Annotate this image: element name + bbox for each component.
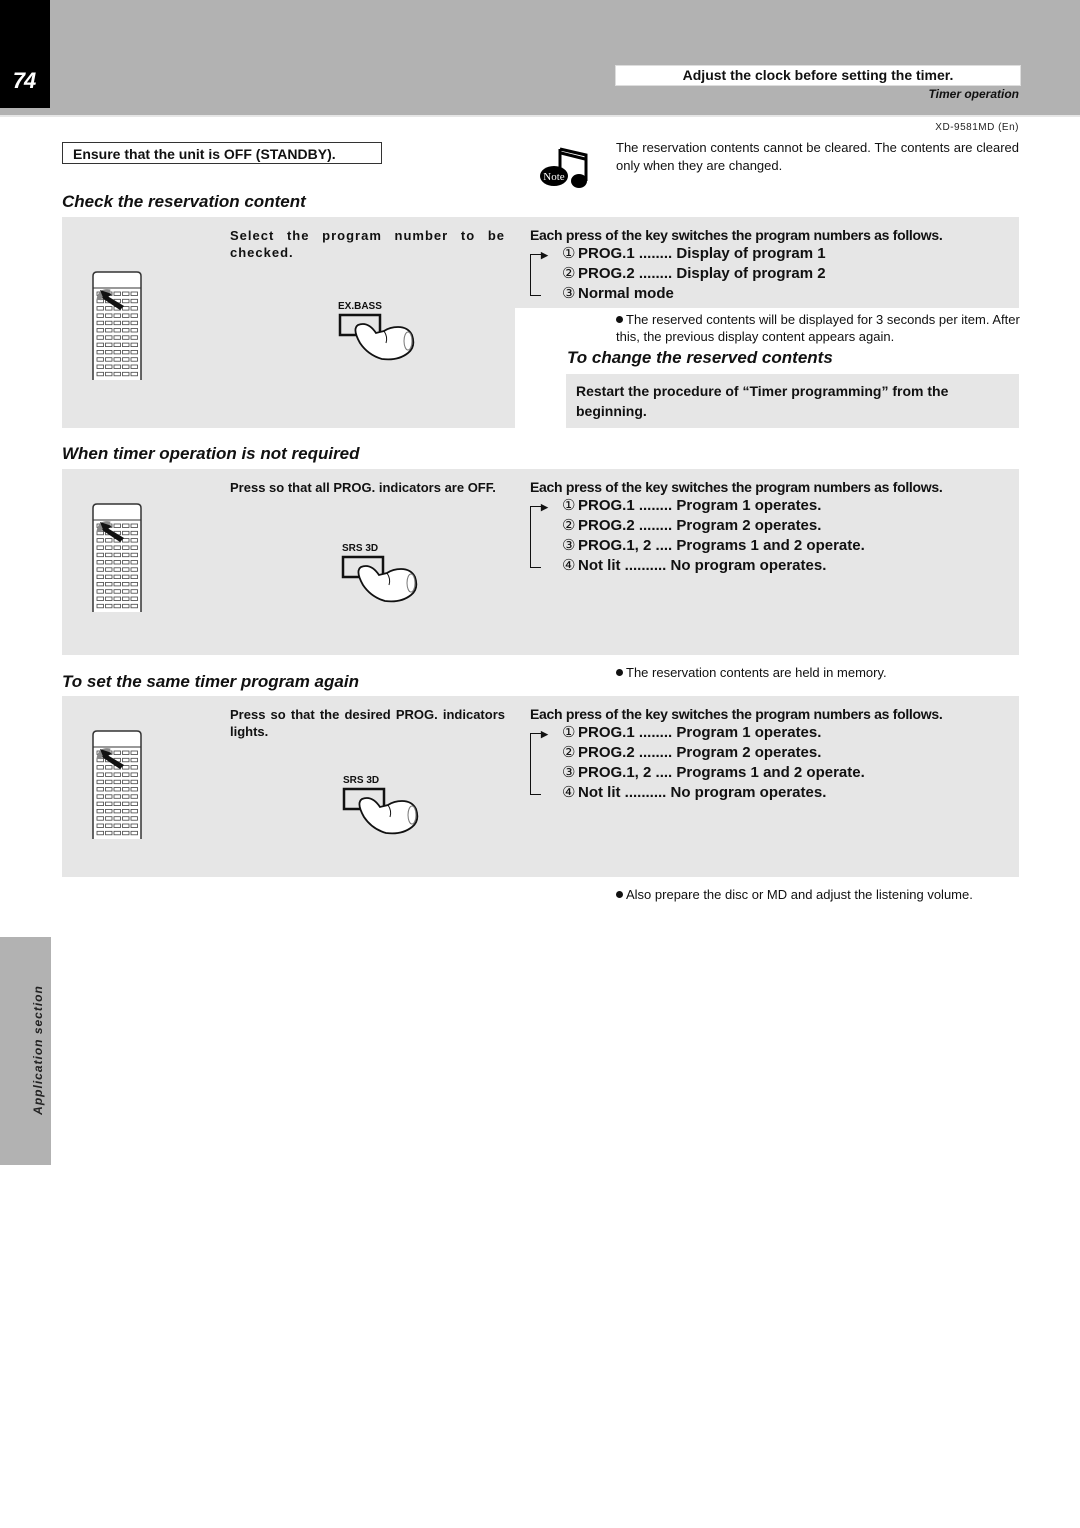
sequence-item: ③ PROG.1, 2 .... Programs 1 and 2 operate… — [562, 537, 865, 554]
note-icon-label: Note — [543, 171, 565, 183]
sequence-item: ② PROG.2 ........ Display of program 2 — [562, 265, 826, 282]
remote-control-icon — [90, 270, 144, 380]
bullet-icon — [616, 316, 623, 323]
remote-control-icon — [90, 729, 144, 839]
press-button-hand-icon — [342, 787, 424, 835]
press-button-hand-icon — [341, 555, 423, 603]
bullet-icon — [616, 669, 623, 676]
note-text: The reservation contents cannot be clear… — [616, 140, 1019, 173]
step-instruction: Press so that the desired PROG. indicato… — [230, 707, 505, 739]
sequence-heading: Each press of the key switches the progr… — [530, 706, 943, 722]
change-instruction: Restart the procedure of “Timer programm… — [566, 374, 1019, 428]
button-label: EX.BASS — [338, 301, 382, 312]
press-button-hand-icon — [338, 313, 420, 361]
side-tab-label: Application section — [31, 985, 45, 1115]
remote-control-icon — [90, 502, 144, 612]
sequence-list: ▶ ① PROG.1 ........ Display of program 1 … — [530, 244, 826, 304]
sequence-item: ③ Normal mode — [562, 285, 674, 302]
step-instruction: Press so that all PROG. indicators are O… — [230, 480, 496, 495]
header-divider — [0, 115, 1080, 117]
sequence-heading: Each press of the key switches the progr… — [530, 479, 943, 495]
bullet-note: Also prepare the disc or MD and adjust t… — [616, 886, 1021, 903]
header-banner: Adjust the clock before setting the time… — [615, 65, 1021, 86]
button-label: SRS 3D — [343, 775, 380, 786]
sequence-item: ① PROG.1 ........ Display of program 1 — [562, 245, 826, 262]
sequence-item: ④ Not lit .......... No program operates. — [562, 557, 827, 574]
sequence-item: ② PROG.2 ........ Program 2 operates. — [562, 517, 822, 534]
sequence-item: ② PROG.2 ........ Program 2 operates. — [562, 744, 822, 761]
page-number: 74 — [12, 68, 36, 93]
sequence-heading: Each press of the key switches the progr… — [530, 227, 943, 243]
section-subtitle: Timer operation — [928, 87, 1019, 101]
bullet-icon — [616, 891, 623, 898]
bullet-note: The reserved contents will be displayed … — [616, 312, 1020, 344]
section-title-set-again: To set the same timer program again — [62, 672, 359, 691]
sequence-list: ▶ ① PROG.1 ........ Program 1 operates. ②… — [530, 723, 865, 803]
prerequisite-box: Ensure that the unit is OFF (STANDBY). — [62, 142, 382, 164]
bullet-note: The reservation contents are held in mem… — [616, 664, 1021, 681]
subsection-title-change: To change the reserved contents — [567, 348, 833, 367]
sequence-item: ① PROG.1 ........ Program 1 operates. — [562, 724, 822, 741]
button-label: SRS 3D — [342, 543, 379, 554]
step-instruction: Select the program number to be checked. — [230, 228, 505, 260]
sequence-item: ① PROG.1 ........ Program 1 operates. — [562, 497, 822, 514]
model-code: XD-9581MD (En) — [935, 122, 1019, 133]
sequence-item: ③ PROG.1, 2 .... Programs 1 and 2 operate… — [562, 764, 865, 781]
sequence-list: ▶ ① PROG.1 ........ Program 1 operates. ②… — [530, 496, 865, 576]
section-title-check: Check the reservation content — [62, 192, 306, 211]
note-icon: Note — [538, 143, 590, 191]
sequence-item: ④ Not lit .......... No program operates. — [562, 784, 827, 801]
section-title-not-required: When timer operation is not required — [62, 444, 360, 463]
